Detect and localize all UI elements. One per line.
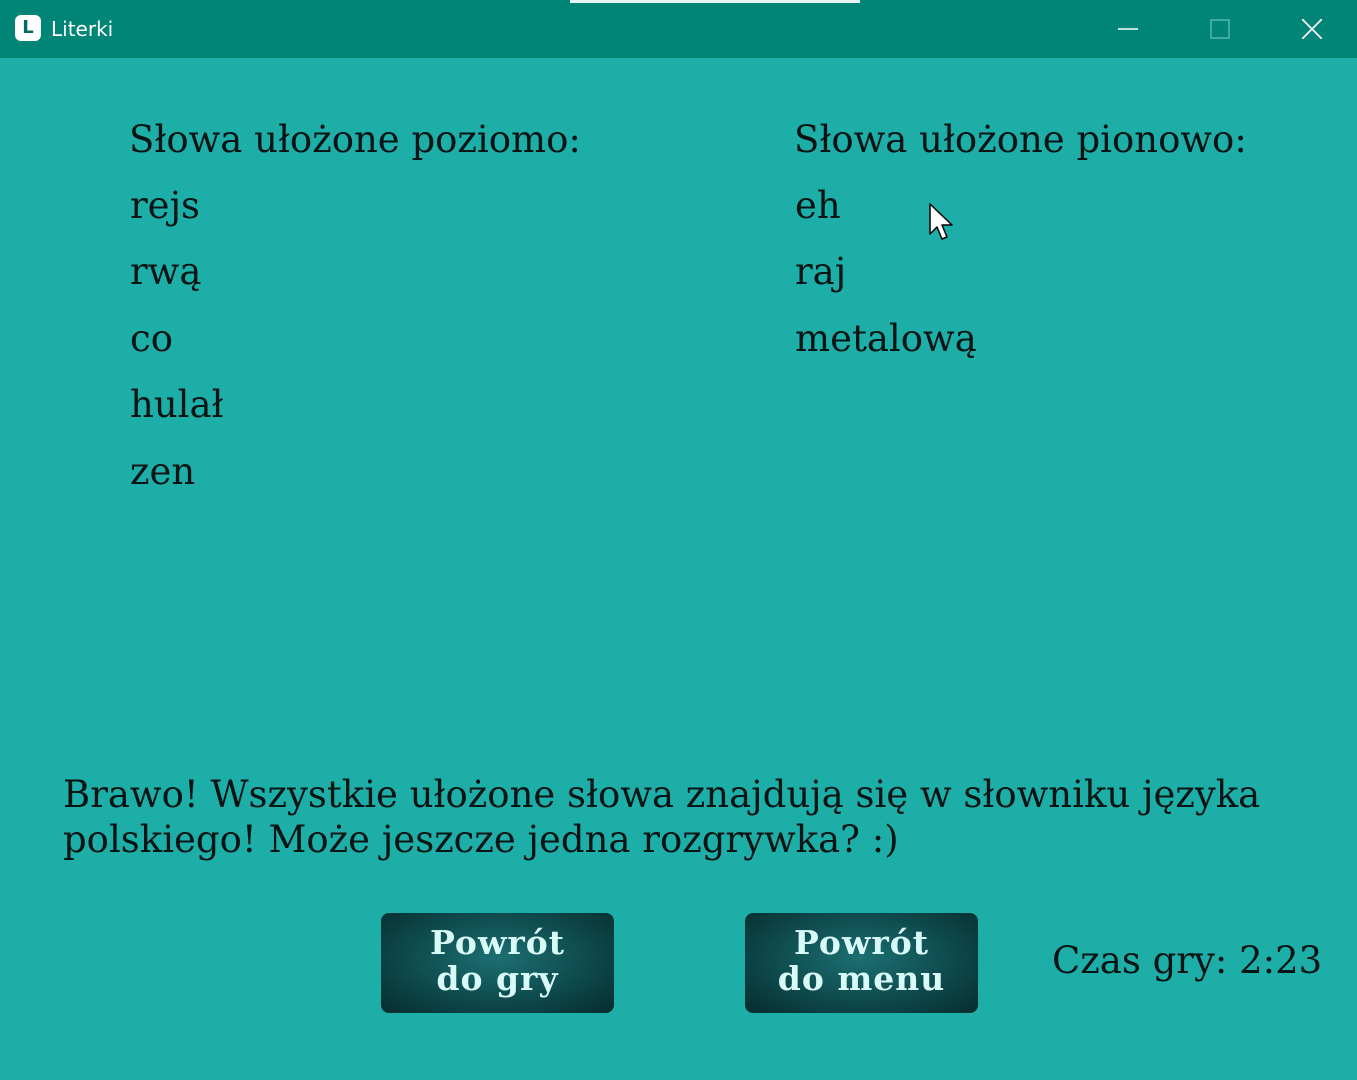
app-window: L Literki Słowa ułożone poziomo: rejs rw… [0, 0, 1357, 1080]
maximize-icon [1210, 19, 1230, 39]
app-logo-icon: L [15, 15, 41, 41]
back-to-game-button[interactable]: Powrót do gry [381, 913, 614, 1013]
vertical-word: raj [795, 250, 847, 293]
horizontal-word: zen [130, 450, 196, 493]
vertical-word: eh [795, 184, 841, 227]
window-title: Literki [51, 17, 114, 41]
title-bar-highlight [570, 0, 860, 3]
vertical-words-heading: Słowa ułożone pionowo: [794, 118, 1247, 161]
maximize-button[interactable] [1174, 0, 1266, 58]
close-button[interactable] [1266, 0, 1357, 58]
back-to-game-label-line2: do gry [436, 959, 559, 998]
minimize-button[interactable] [1082, 0, 1174, 58]
horizontal-word: rejs [130, 184, 201, 227]
back-to-menu-label-line1: Powrót [794, 923, 929, 962]
minimize-icon [1118, 28, 1138, 30]
game-time-label: Czas gry: 2:23 [1052, 939, 1323, 982]
title-bar[interactable]: L Literki [0, 0, 1357, 58]
back-to-menu-label-line2: do menu [777, 959, 946, 998]
horizontal-word: rwą [130, 250, 202, 293]
horizontal-words-heading: Słowa ułożone poziomo: [129, 118, 581, 161]
horizontal-word: co [130, 317, 173, 360]
mouse-pointer-icon [929, 203, 953, 240]
vertical-word: metalową [795, 317, 977, 360]
close-icon [1302, 19, 1322, 39]
result-message: Brawo! Wszystkie ułożone słowa znajdują … [63, 773, 1261, 861]
back-to-game-label-line1: Powrót [430, 923, 565, 962]
horizontal-word: hulał [130, 383, 224, 426]
back-to-menu-button[interactable]: Powrót do menu [745, 913, 978, 1013]
